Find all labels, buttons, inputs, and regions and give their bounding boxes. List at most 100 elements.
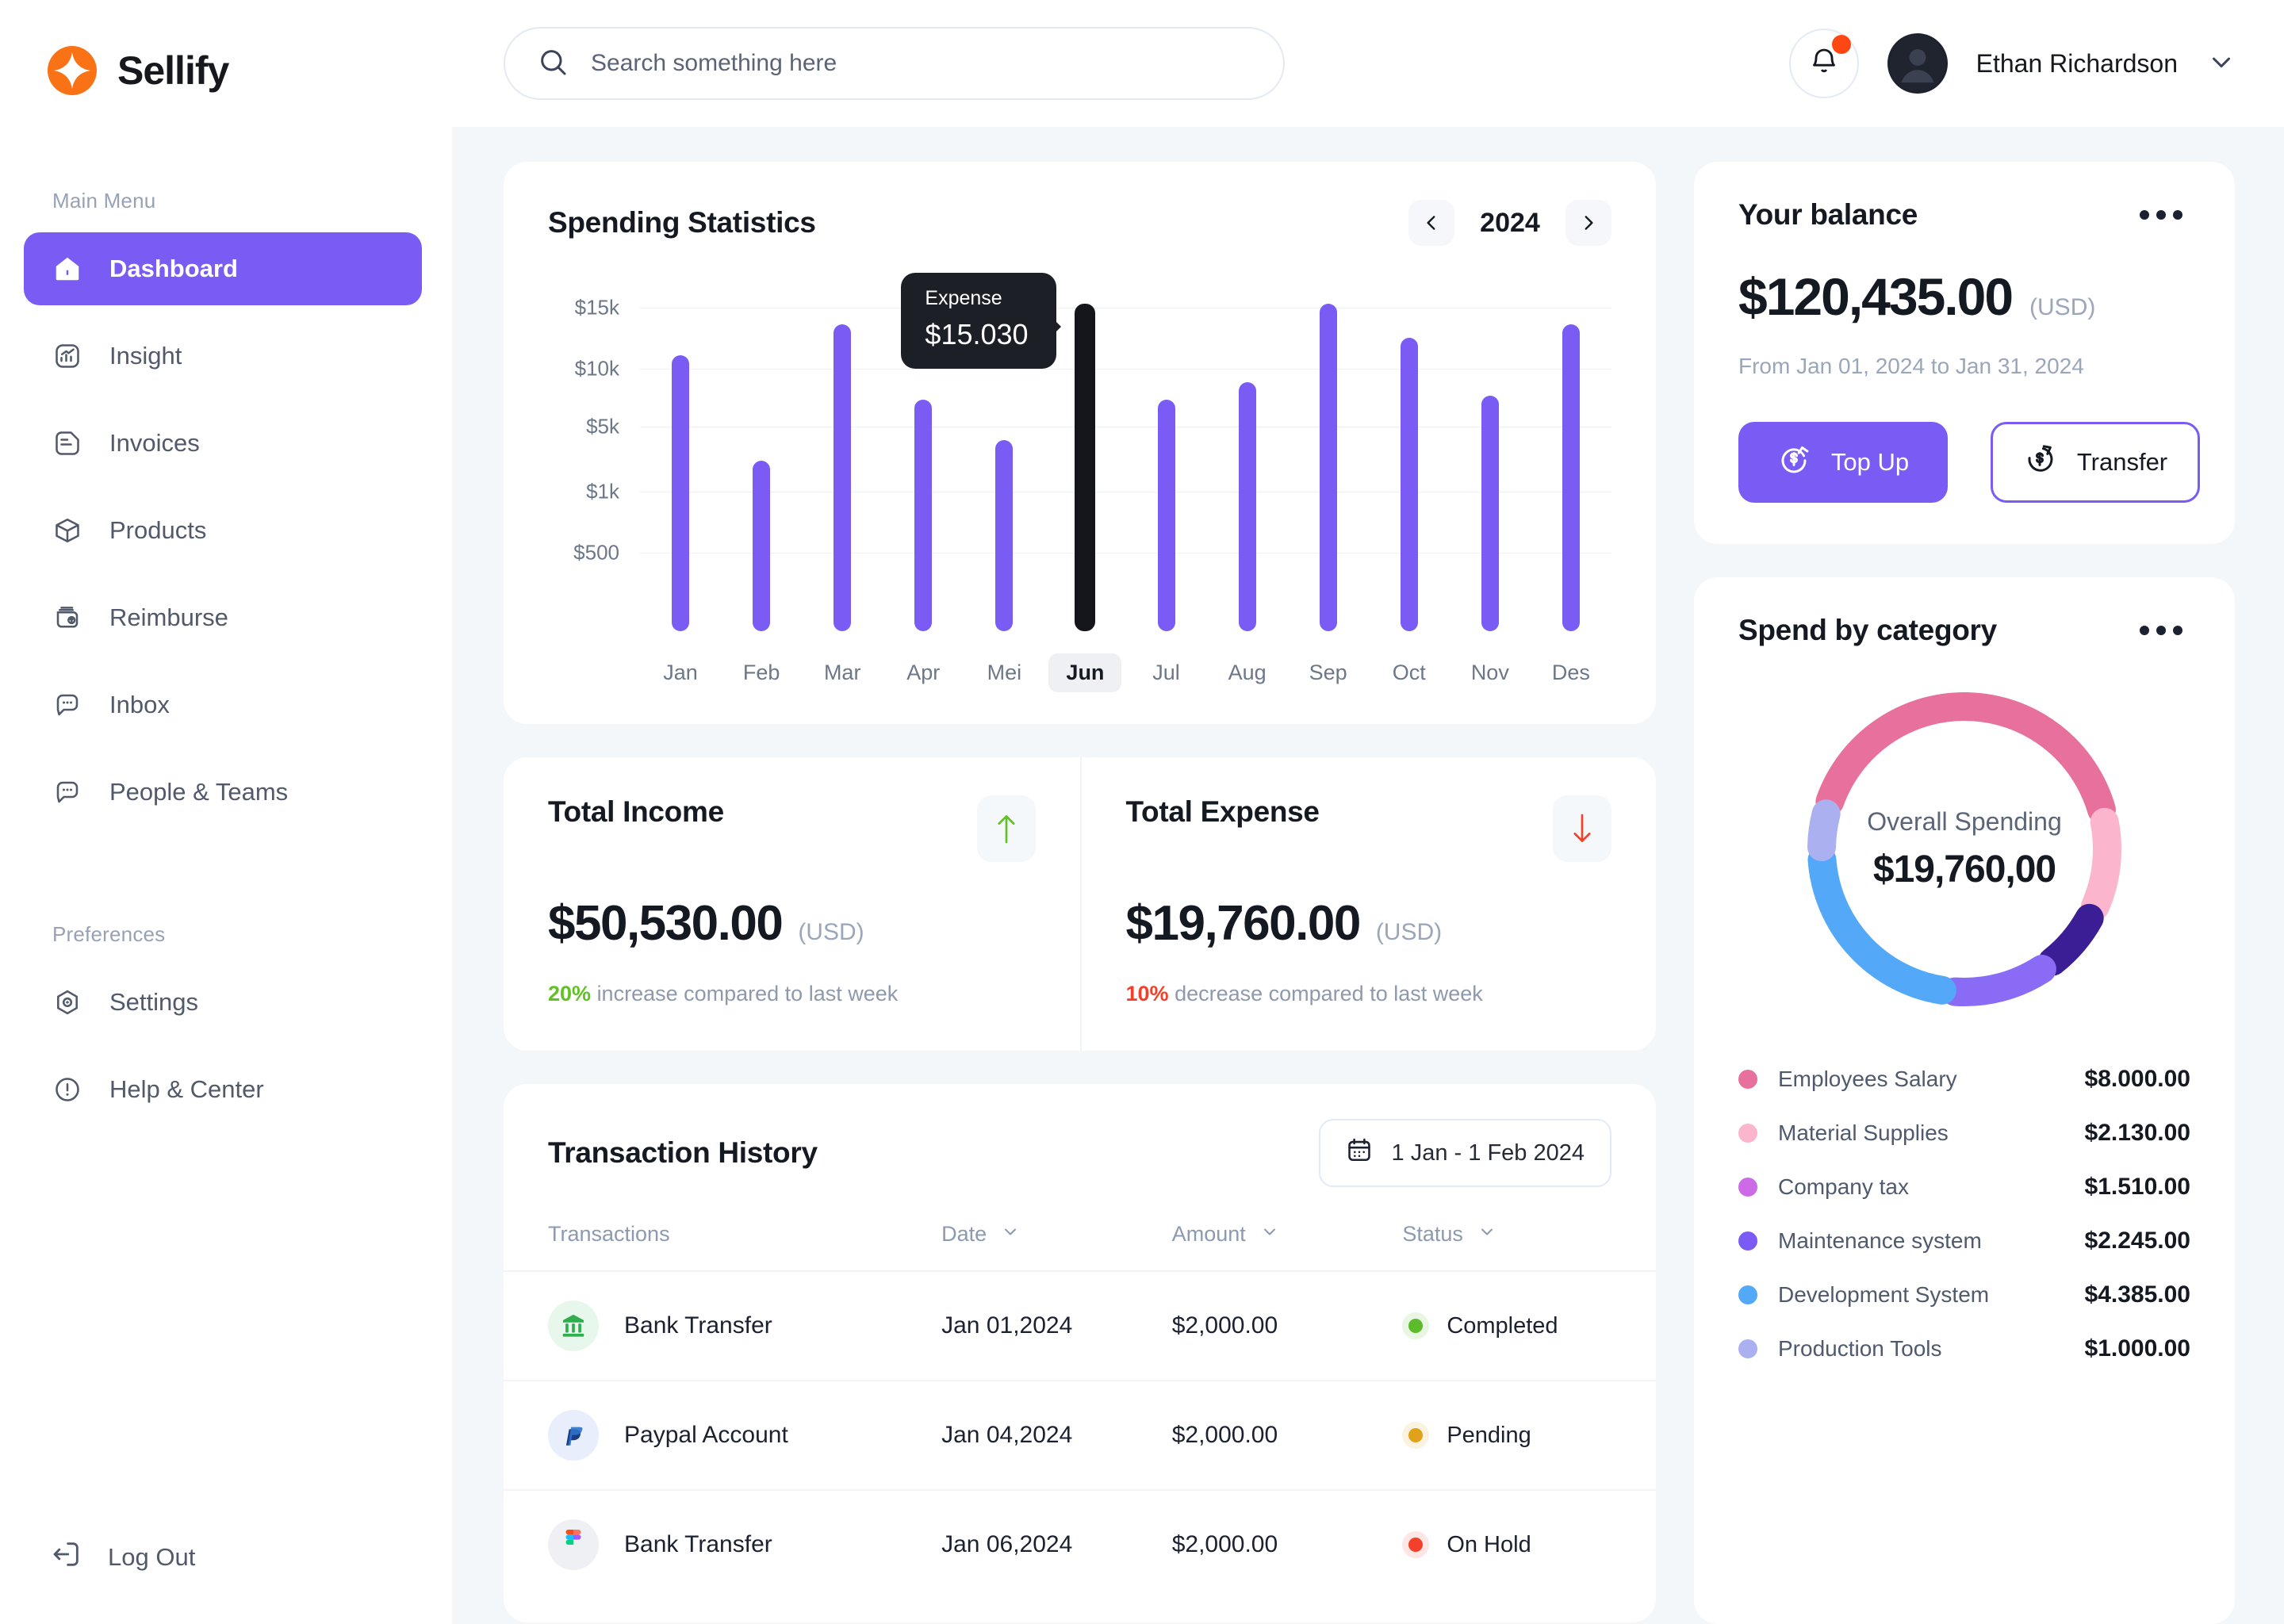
document-icon xyxy=(51,427,84,460)
category-more-options-icon[interactable] xyxy=(2132,618,2190,643)
top-up-button[interactable]: Top Up xyxy=(1738,422,1948,503)
cell-date: Jan 06,2024 xyxy=(941,1531,1073,1557)
bar-slot[interactable] xyxy=(1207,290,1288,631)
x-tick-feb[interactable]: Feb xyxy=(726,653,798,692)
sidebar-item-people-teams[interactable]: People & Teams xyxy=(24,756,422,829)
bar-mar[interactable] xyxy=(834,324,852,631)
section-title: Your balance xyxy=(1738,198,1918,231)
x-tick-aug[interactable]: Aug xyxy=(1211,653,1284,692)
bar-apr[interactable] xyxy=(914,399,933,631)
sidebar-item-insight[interactable]: Insight xyxy=(24,320,422,393)
legend-label: Maintenance system xyxy=(1778,1228,1982,1253)
transfer-label: Transfer xyxy=(2076,448,2168,476)
bar-slot[interactable] xyxy=(1450,290,1531,631)
bar-aug[interactable] xyxy=(1238,382,1256,631)
legend-item[interactable]: Material Supplies $2.130.00 xyxy=(1738,1120,2190,1147)
column-amount[interactable]: Amount xyxy=(1171,1222,1403,1272)
sidebar-item-settings[interactable]: Settings xyxy=(24,966,422,1039)
sidebar-item-invoices[interactable]: Invoices xyxy=(24,407,422,480)
bar-jan[interactable] xyxy=(672,354,690,631)
bar-sep[interactable] xyxy=(1319,304,1337,631)
bar-mei[interactable] xyxy=(995,440,1014,631)
sidebar-item-label: People & Teams xyxy=(109,778,289,806)
bar-oct[interactable] xyxy=(1400,338,1418,631)
stat-note-text: decrease compared to last week xyxy=(1175,982,1483,1005)
prev-year-button[interactable] xyxy=(1408,200,1454,246)
notifications-button[interactable] xyxy=(1788,29,1859,98)
legend-item[interactable]: Development System $4.385.00 xyxy=(1738,1281,2190,1308)
bar-slot[interactable] xyxy=(1125,290,1206,631)
transfer-button[interactable]: Transfer xyxy=(1991,422,2200,503)
avatar[interactable] xyxy=(1887,33,1948,94)
x-tick-apr[interactable]: Apr xyxy=(889,653,957,692)
balance-currency: (USD) xyxy=(2029,294,2096,320)
y-tick: $5k xyxy=(586,414,619,439)
bar-slot[interactable] xyxy=(802,290,883,631)
table-row[interactable]: Paypal Account Jan 04,2024 $2,000.00 Pendin… xyxy=(504,1381,1656,1491)
x-axis: Jan Feb Mar Apr Mei Jun Jul Aug Sep Oct Nov Des xyxy=(640,653,1611,692)
cell-amount: $2,000.00 xyxy=(1171,1531,1278,1557)
next-year-button[interactable] xyxy=(1565,200,1611,246)
sidebar-item-label: Invoices xyxy=(109,429,200,457)
x-tick-jun[interactable]: Jun xyxy=(1048,653,1122,692)
date-range-button[interactable]: 1 Jan - 1 Feb 2024 xyxy=(1318,1119,1611,1187)
legend-item[interactable]: Maintenance system $2.245.00 xyxy=(1738,1228,2190,1254)
search-input[interactable]: Search something here xyxy=(504,27,1285,100)
bar-jul[interactable] xyxy=(1157,399,1175,631)
sidebar-item-help-center[interactable]: Help & Center xyxy=(24,1053,422,1126)
tooltip-label: Expense xyxy=(925,287,1002,309)
bar-slot[interactable] xyxy=(1531,290,1611,631)
date-range-label: 1 Jan - 1 Feb 2024 xyxy=(1391,1139,1585,1166)
x-tick-nov[interactable]: Nov xyxy=(1454,653,1527,692)
x-tick-oct[interactable]: Oct xyxy=(1375,653,1443,692)
legend-item[interactable]: Production Tools $1.000.00 xyxy=(1738,1335,2190,1362)
sidebar-item-label: Dashboard xyxy=(109,255,238,282)
brand[interactable]: Sellify xyxy=(0,0,452,95)
trend-up-icon xyxy=(976,795,1036,862)
logout-button[interactable]: Log Out xyxy=(0,1538,452,1576)
chevron-down-icon[interactable] xyxy=(2206,47,2236,81)
x-tick-slot: Mei xyxy=(964,653,1044,692)
bar-slot[interactable] xyxy=(1044,290,1125,631)
legend-color-dot xyxy=(1738,1070,1757,1089)
legend-item[interactable]: Company tax $1.510.00 xyxy=(1738,1174,2190,1201)
legend-item[interactable]: Employees Salary $8.000.00 xyxy=(1738,1066,2190,1093)
bar-feb[interactable] xyxy=(753,461,771,631)
donut-chart: Overall Spending $19,760,00 xyxy=(1791,676,2138,1023)
x-tick-mei[interactable]: Mei xyxy=(970,653,1040,692)
column-date[interactable]: Date xyxy=(941,1222,1172,1272)
sidebar-item-reimburse[interactable]: Reimburse xyxy=(24,581,422,654)
cell-date: Jan 01,2024 xyxy=(941,1271,1172,1381)
status-badge: On Hold xyxy=(1447,1531,1531,1557)
search-icon xyxy=(537,46,569,82)
sidebar-item-products[interactable]: Products xyxy=(24,494,422,567)
table-row[interactable]: Bank Transfer Jan 06,2024 $2,000.00 On Hold xyxy=(504,1490,1656,1599)
x-tick-mar[interactable]: Mar xyxy=(807,653,879,692)
bar-jun[interactable] xyxy=(1075,304,1096,631)
bar-slot[interactable] xyxy=(1288,290,1369,631)
x-tick-des[interactable]: Des xyxy=(1535,653,1608,692)
bar-slot[interactable] xyxy=(721,290,802,631)
x-tick-jul[interactable]: Jul xyxy=(1135,653,1198,692)
bar-slot[interactable] xyxy=(1369,290,1450,631)
stat-value: $19,760.00 xyxy=(1125,896,1362,951)
column-status[interactable]: Status xyxy=(1402,1222,1656,1272)
year-selector: 2024 xyxy=(1408,200,1611,246)
x-tick-sep[interactable]: Sep xyxy=(1292,653,1365,692)
balance-date-range: From Jan 01, 2024 to Jan 31, 2024 xyxy=(1738,354,2084,378)
bar-des[interactable] xyxy=(1562,324,1580,631)
sidebar-item-inbox[interactable]: Inbox xyxy=(24,668,422,741)
bar-nov[interactable] xyxy=(1481,396,1499,631)
table-row[interactable]: Bank Transfer Jan 01,2024 $2,000.00 Complet… xyxy=(504,1271,1656,1381)
sidebar-section-preferences: Preferences xyxy=(52,922,166,946)
legend-value: $8.000.00 xyxy=(2084,1066,2190,1092)
legend-color-dot xyxy=(1738,1339,1757,1358)
bar-slot[interactable] xyxy=(640,290,721,631)
balance-more-options-icon[interactable] xyxy=(2132,202,2190,228)
cell-transaction: Paypal Account xyxy=(504,1381,942,1491)
sidebar-item-dashboard[interactable]: Dashboard xyxy=(24,232,422,305)
balance-card: Your balance $120,435.00 (USD) From Jan … xyxy=(1694,162,2235,544)
x-tick-jan[interactable]: Jan xyxy=(646,653,715,692)
